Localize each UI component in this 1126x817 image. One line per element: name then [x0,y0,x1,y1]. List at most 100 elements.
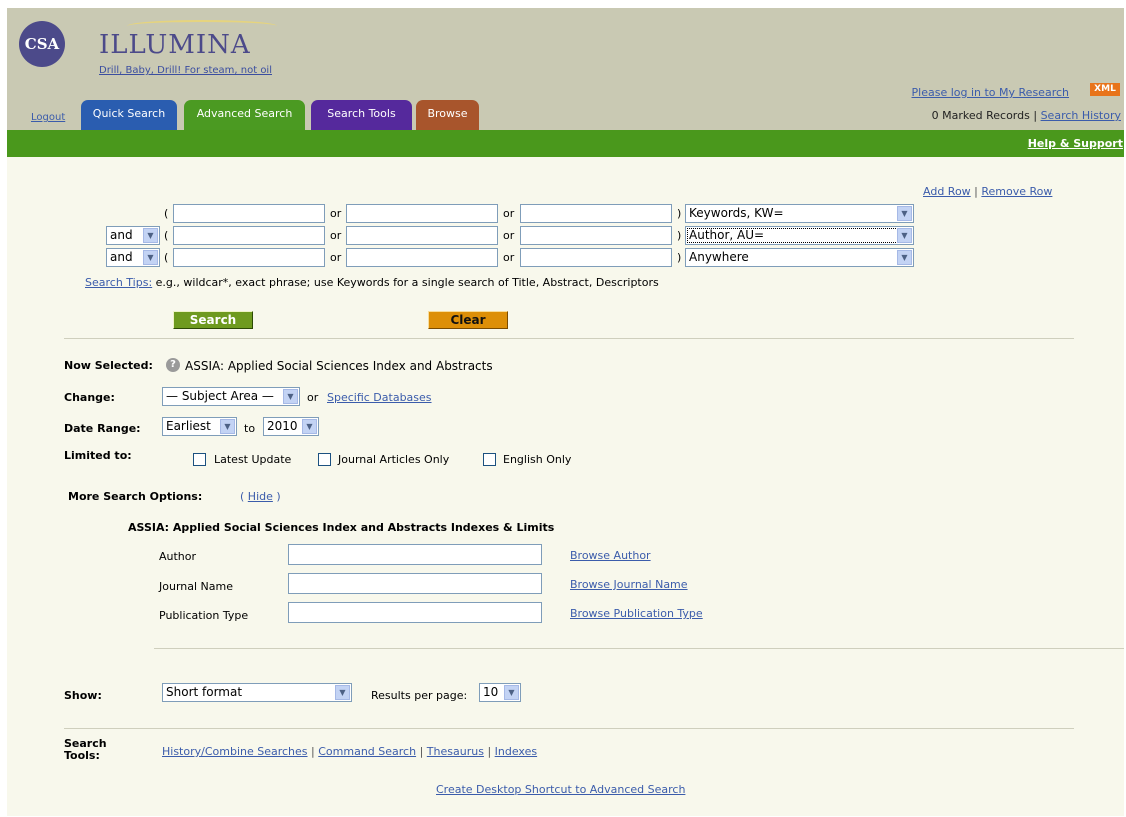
search-term-input[interactable] [520,226,672,245]
history-combine-link[interactable]: History/Combine Searches [162,745,308,758]
clear-button[interactable]: Clear [428,311,508,329]
operator-select-value: and [110,250,133,264]
checkbox-label: English Only [503,453,572,466]
search-tools-label: Search Tools: [64,738,107,762]
field-select[interactable]: Anywhere ▼ [685,248,914,267]
field-select-value: Keywords, KW= [689,206,784,220]
to-label: to [244,422,256,435]
journal-name-input[interactable] [288,573,542,594]
specific-databases-link[interactable]: Specific Databases [327,391,432,404]
latest-update-checkbox[interactable] [193,453,206,466]
operator-select-value: and [110,228,133,242]
help-support-link[interactable]: Help & Support [1028,137,1123,150]
format-select[interactable]: Short format ▼ [162,683,352,702]
search-row: ( or or ) Keywords, KW= ▼ [7,204,1124,226]
field-select[interactable]: Author, AU= ▼ [685,226,914,245]
hide-link[interactable]: Hide [248,490,273,503]
search-term-input[interactable] [173,226,325,245]
now-selected-label: Now Selected: [64,359,153,372]
publication-type-input[interactable] [288,602,542,623]
divider [64,728,1074,729]
chevron-down-icon[interactable]: ▼ [302,419,317,434]
date-to-select[interactable]: 2010 ▼ [263,417,319,436]
marked-records[interactable]: 0 Marked Records [932,109,1030,122]
marked-records-bar: 0 Marked Records | Search History [932,109,1121,122]
tab-advanced-search[interactable]: Advanced Search [184,100,305,130]
field-select-value: Anywhere [689,250,749,264]
separator: | [1033,109,1038,122]
operator-select[interactable]: and ▼ [106,248,160,267]
search-term-input[interactable] [173,204,325,223]
search-row: and ▼ ( or or ) Anywhere ▼ [7,248,1124,270]
close-paren: ) [677,251,682,264]
or-label: or [330,251,342,264]
chevron-down-icon[interactable]: ▼ [143,228,158,243]
add-row-link[interactable]: Add Row [923,185,971,198]
page: CSA ILLUMINA Drill, Baby, Drill! For ste… [7,8,1124,816]
indexes-link[interactable]: Indexes [495,745,537,758]
operator-select[interactable]: and ▼ [106,226,160,245]
chevron-down-icon[interactable]: ▼ [283,389,298,404]
search-term-input[interactable] [346,226,498,245]
chevron-down-icon[interactable]: ▼ [504,685,519,700]
nav-bar: Help & Support [7,130,1124,157]
close-paren: ) [276,490,281,503]
app-title: ILLUMINA [99,30,251,60]
browse-author-link[interactable]: Browse Author [570,549,651,562]
browse-publication-type-link[interactable]: Browse Publication Type [570,607,703,620]
field-select[interactable]: Keywords, KW= ▼ [685,204,914,223]
row-controls: Add Row | Remove Row [923,185,1052,198]
csa-logo: CSA [19,21,65,67]
search-tips: Search Tips: e.g., wildcar*, exact phras… [85,276,659,289]
tagline-link[interactable]: Drill, Baby, Drill! For steam, not oil [99,65,272,76]
search-term-input[interactable] [520,204,672,223]
header: CSA ILLUMINA Drill, Baby, Drill! For ste… [7,8,1124,130]
results-per-page-value: 10 [483,685,499,699]
results-per-page-label: Results per page: [371,689,468,702]
question-icon[interactable]: ? [166,358,180,372]
search-tips-link[interactable]: Search Tips: [85,276,152,289]
search-term-input[interactable] [520,248,672,267]
publication-type-label: Publication Type [159,609,249,622]
remove-row-link[interactable]: Remove Row [981,185,1052,198]
tab-search-tools[interactable]: Search Tools [311,100,412,130]
chevron-down-icon[interactable]: ▼ [897,206,912,221]
desktop-shortcut-link[interactable]: Create Desktop Shortcut to Advanced Sear… [436,783,685,796]
search-tools-links: History/Combine Searches | Command Searc… [162,745,537,758]
author-input[interactable] [288,544,542,565]
show-label: Show: [64,689,102,702]
date-range-label: Date Range: [64,422,141,435]
results-per-page-select[interactable]: 10 ▼ [479,683,521,702]
close-paren: ) [677,229,682,242]
search-term-input[interactable] [346,204,498,223]
search-term-input[interactable] [346,248,498,267]
or-label: or [330,207,342,220]
tab-browse[interactable]: Browse [416,100,479,130]
subject-area-select[interactable]: — Subject Area — ▼ [162,387,300,406]
english-only-checkbox[interactable] [483,453,496,466]
search-term-input[interactable] [173,248,325,267]
tab-quick-search[interactable]: Quick Search [81,100,177,130]
chevron-down-icon[interactable]: ▼ [897,250,912,265]
chevron-down-icon[interactable]: ▼ [143,250,158,265]
chevron-down-icon[interactable]: ▼ [897,228,912,243]
divider [154,648,1124,649]
search-tips-text: e.g., wildcar*, exact phrase; use Keywor… [155,276,659,289]
chevron-down-icon[interactable]: ▼ [335,685,350,700]
separator: | [419,745,424,758]
date-to-value: 2010 [267,419,298,433]
journal-articles-checkbox[interactable] [318,453,331,466]
xml-badge[interactable]: XML [1090,83,1120,96]
date-from-select[interactable]: Earliest ▼ [162,417,237,436]
browse-journal-name-link[interactable]: Browse Journal Name [570,578,688,591]
chevron-down-icon[interactable]: ▼ [220,419,235,434]
open-paren: ( [164,229,169,242]
search-history-link[interactable]: Search History [1041,109,1121,122]
search-row: and ▼ ( or or ) Author, AU= ▼ [7,226,1124,248]
thesaurus-link[interactable]: Thesaurus [427,745,484,758]
login-link[interactable]: Please log in to My Research [912,86,1069,99]
command-search-link[interactable]: Command Search [318,745,416,758]
logout-link[interactable]: Logout [31,112,65,123]
subject-area-value: — Subject Area — [166,389,274,403]
search-button[interactable]: Search [173,311,253,329]
